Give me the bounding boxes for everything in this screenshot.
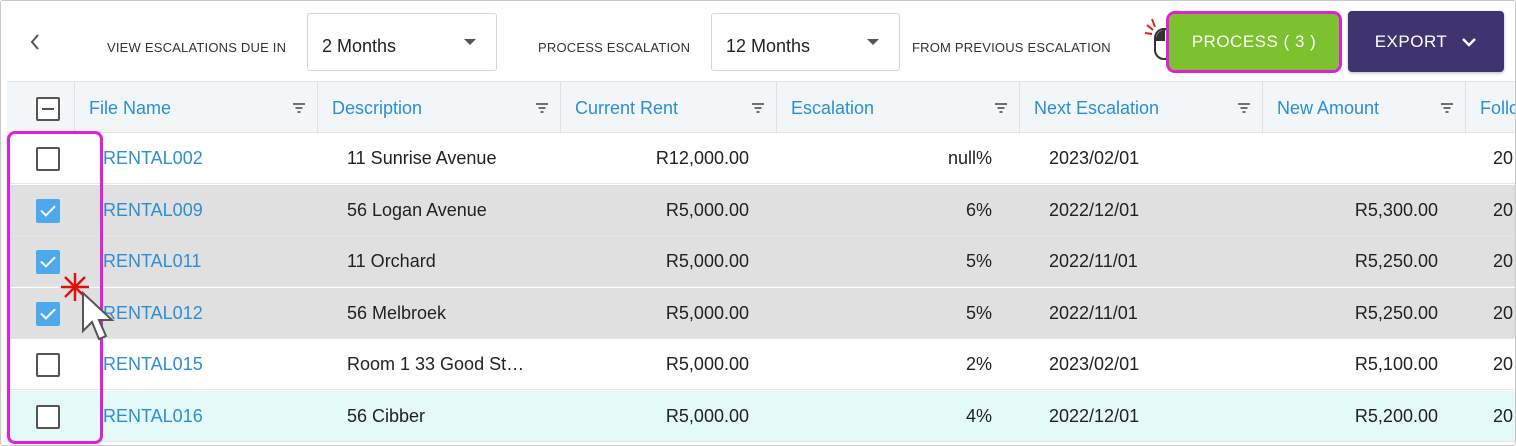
caret-down-icon	[464, 39, 476, 45]
cell-follow: 20	[1493, 148, 1514, 168]
cell-escalation: null%	[947, 148, 992, 168]
cell-follow: 20	[1493, 302, 1514, 323]
table-header: File Name Description Current Rent Escal…	[7, 81, 1516, 134]
column-header-follow[interactable]: Follo	[1466, 82, 1516, 134]
cell-new-amount: R5,100.00	[1354, 354, 1438, 374]
process-months-value: 12 Months	[726, 36, 811, 56]
cell-current-rent: R5,000.00	[665, 302, 749, 323]
back-button[interactable]	[9, 21, 61, 63]
cell-file-name[interactable]: RENTAL016	[103, 391, 313, 442]
chevron-down-icon	[1462, 37, 1477, 47]
cell-new-amount: R5,300.00	[1354, 199, 1438, 220]
filter-icon[interactable]	[1238, 103, 1250, 113]
cell-follow: 20	[1493, 354, 1514, 374]
export-button-label: EXPORT	[1374, 31, 1448, 51]
column-label: Description	[332, 98, 423, 118]
filter-icon[interactable]	[293, 103, 305, 113]
cell-new-amount	[1263, 133, 1438, 184]
column-header-escalation[interactable]: Escalation	[777, 82, 1020, 134]
process-months-dropdown[interactable]: 12 Months	[711, 13, 900, 71]
escalations-table: File Name Description Current Rent Escal…	[7, 81, 1516, 445]
filter-icon[interactable]	[995, 103, 1007, 113]
cell-new-amount: R5,250.00	[1354, 302, 1438, 323]
row-checkbox[interactable]	[36, 198, 60, 223]
column-label: Current Rent	[575, 98, 679, 118]
process-button[interactable]: PROCESS ( 3 )	[1166, 11, 1342, 73]
cell-description: 11 Orchard	[347, 251, 436, 271]
process-escalation-label: PROCESS ESCALATION	[538, 40, 691, 55]
column-header-file-name[interactable]: File Name	[75, 82, 318, 134]
filter-icon[interactable]	[752, 103, 764, 113]
cell-current-rent: R5,000.00	[665, 405, 749, 426]
toolbar: VIEW ESCALATIONS DUE IN 2 Months PROCESS…	[1, 1, 1515, 81]
view-months-dropdown[interactable]: 2 Months	[307, 13, 497, 71]
cell-escalation: 6%	[965, 199, 992, 220]
cell-current-rent: R5,000.00	[665, 199, 749, 220]
filter-icon[interactable]	[536, 103, 548, 113]
cell-file-name[interactable]: RENTAL015	[103, 339, 313, 390]
caret-down-icon	[867, 39, 879, 45]
filter-icon[interactable]	[1441, 103, 1453, 113]
cell-follow: 20	[1493, 405, 1514, 426]
table-row[interactable]: RENTAL016 56 Cibber R5,000.00 4% 2022/12/01 R…	[7, 390, 1515, 442]
cell-file-name[interactable]: RENTAL011	[103, 236, 313, 287]
cell-escalation: 5%	[965, 251, 992, 271]
cell-follow: 20	[1493, 251, 1514, 271]
cell-next-escalation: 2022/11/01	[1049, 302, 1138, 323]
cell-next-escalation: 2023/02/01	[1049, 148, 1140, 168]
cell-escalation: 5%	[965, 302, 992, 323]
column-header-new-amount[interactable]: New Amount	[1263, 82, 1466, 134]
cell-current-rent: R12,000.00	[655, 148, 749, 168]
column-label: Escalation	[791, 98, 875, 118]
cell-description: 56 Logan Avenue	[347, 199, 487, 220]
column-header-current-rent[interactable]: Current Rent	[561, 82, 777, 134]
column-label: Follo	[1480, 98, 1516, 118]
cell-file-name[interactable]: RENTAL012	[103, 288, 313, 339]
cell-escalation: 4%	[965, 405, 992, 426]
view-months-value: 2 Months	[322, 36, 397, 56]
table-row[interactable]: RENTAL015 Room 1 33 Good St… R5,000.00 2% 20…	[7, 339, 1515, 390]
row-checkbox[interactable]	[36, 147, 60, 171]
row-checkbox[interactable]	[36, 353, 60, 377]
column-header-description[interactable]: Description	[318, 82, 561, 134]
cell-next-escalation: 2023/02/01	[1049, 354, 1140, 374]
cell-description: 56 Cibber	[347, 405, 426, 426]
cell-next-escalation: 2022/11/01	[1049, 251, 1138, 271]
column-header-next-escalation[interactable]: Next Escalation	[1020, 82, 1263, 134]
cell-next-escalation: 2022/12/01	[1049, 199, 1140, 220]
cell-description: Room 1 33 Good St…	[347, 354, 525, 374]
row-checkbox[interactable]	[36, 250, 60, 274]
escalations-panel: VIEW ESCALATIONS DUE IN 2 Months PROCESS…	[0, 0, 1516, 446]
column-label: Next Escalation	[1034, 98, 1160, 118]
cell-file-name[interactable]: RENTAL002	[103, 133, 313, 184]
column-label: New Amount	[1277, 98, 1380, 118]
column-label: File Name	[89, 98, 172, 118]
table-row[interactable]: RENTAL011 11 Orchard R5,000.00 5% 2022/11/01…	[7, 236, 1515, 287]
select-all-checkbox[interactable]	[36, 97, 60, 121]
table-row[interactable]: RENTAL009 56 Logan Avenue R5,000.00 6% 2022/…	[7, 184, 1515, 236]
from-previous-label: FROM PREVIOUS ESCALATION	[912, 40, 1111, 55]
cell-current-rent: R5,000.00	[665, 251, 749, 271]
cell-new-amount: R5,200.00	[1354, 405, 1438, 426]
cell-follow: 20	[1493, 199, 1514, 220]
row-checkbox[interactable]	[36, 301, 60, 326]
cell-current-rent: R5,000.00	[665, 354, 749, 374]
process-button-label: PROCESS ( 3 )	[1191, 32, 1317, 51]
cell-next-escalation: 2022/12/01	[1049, 405, 1140, 426]
table-row[interactable]: RENTAL012 56 Melbroek R5,000.00 5% 2022/11/0…	[7, 287, 1515, 339]
row-checkbox[interactable]	[36, 404, 60, 429]
cell-description: 11 Sunrise Avenue	[347, 148, 497, 168]
cell-description: 56 Melbroek	[347, 302, 447, 323]
export-button[interactable]: EXPORT	[1348, 11, 1504, 72]
cell-new-amount: R5,250.00	[1354, 251, 1438, 271]
table-row[interactable]: RENTAL002 11 Sunrise Avenue R12,000.00 null…	[7, 133, 1515, 184]
chevron-left-icon	[30, 34, 39, 50]
header-select-cell	[7, 82, 75, 134]
cell-escalation: 2%	[965, 354, 992, 374]
cell-file-name[interactable]: RENTAL009	[103, 185, 313, 236]
view-escalations-label: VIEW ESCALATIONS DUE IN	[107, 40, 287, 55]
